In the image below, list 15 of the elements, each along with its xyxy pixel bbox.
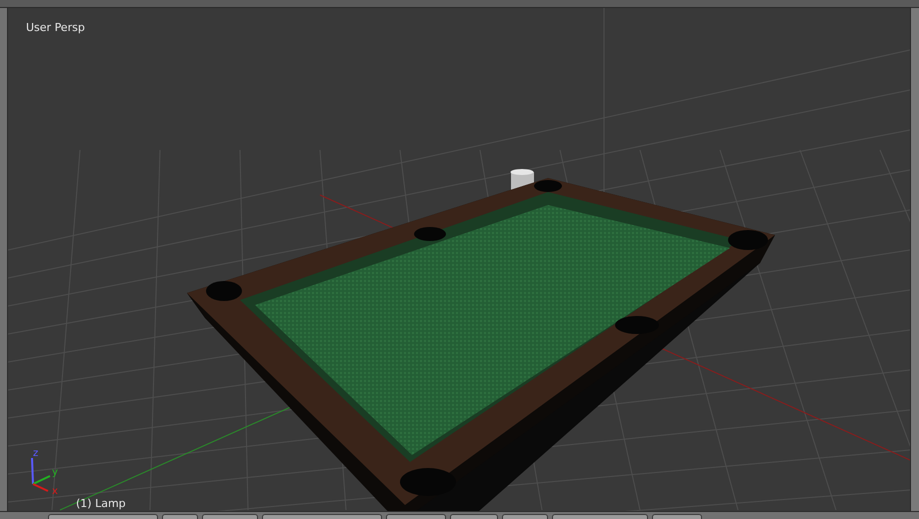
axis-label: y — [52, 467, 58, 478]
3d-viewport[interactable]: User Persp z y x (1) Lamp — [8, 8, 910, 511]
toolbar-button[interactable] — [162, 514, 198, 519]
axis-label: x — [52, 486, 58, 497]
toolbar-button[interactable] — [652, 514, 702, 519]
toolbar-button[interactable] — [48, 514, 158, 519]
toolbar-button[interactable] — [386, 514, 446, 519]
toolbar-button[interactable] — [202, 514, 258, 519]
active-object-label: (1) Lamp — [76, 496, 126, 511]
toolbar-button[interactable] — [502, 514, 548, 519]
toolbar-button[interactable] — [450, 514, 498, 519]
axis-label: z — [33, 448, 38, 459]
toolbar-button[interactable] — [552, 514, 648, 519]
toolbar-button[interactable] — [262, 514, 382, 519]
viewport-title: User Persp — [26, 20, 85, 36]
